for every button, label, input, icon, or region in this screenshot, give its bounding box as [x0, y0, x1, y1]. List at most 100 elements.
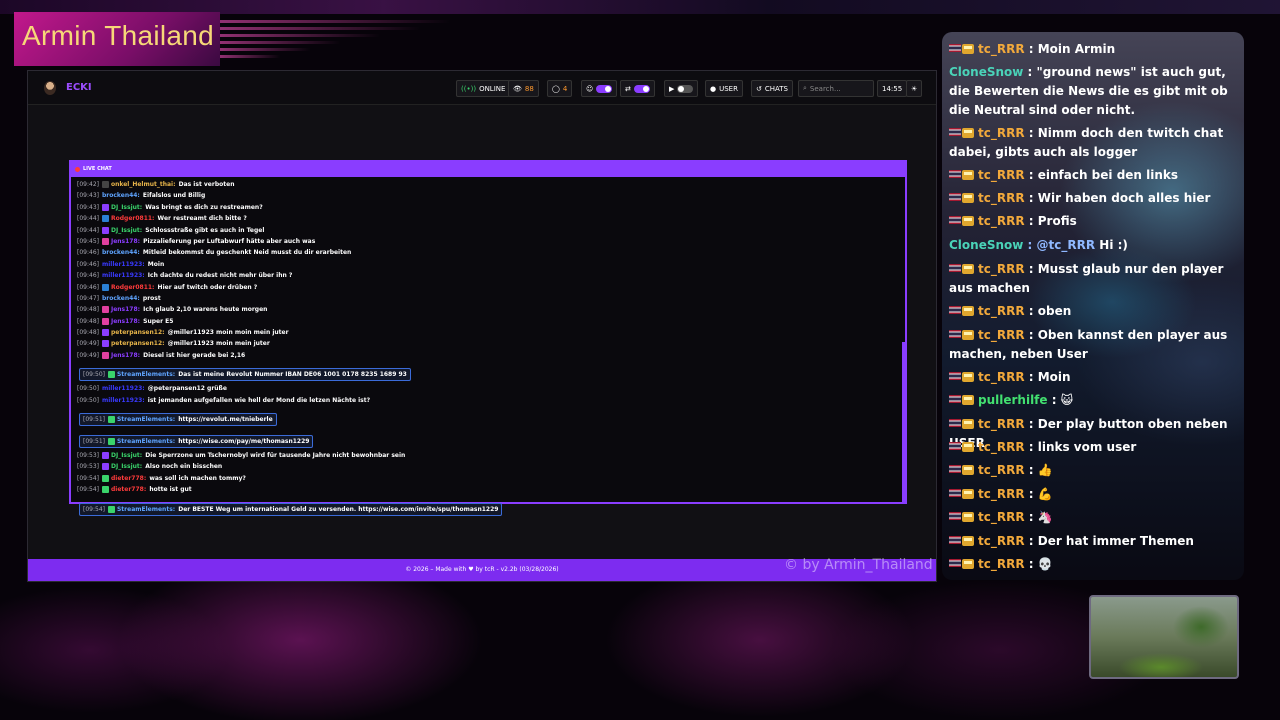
crown-badge-icon [962, 489, 974, 499]
crown-badge-icon [962, 419, 974, 429]
message-username[interactable]: brocken44: [102, 192, 140, 199]
overlay-username: tc_RRR [978, 440, 1025, 454]
message-username[interactable]: Jens178: [111, 238, 140, 245]
message-username[interactable]: DJ_Issjut: [111, 227, 142, 234]
crown-badge-icon [962, 442, 974, 452]
crown-badge-icon [962, 536, 974, 546]
overlay-message-text: : [1024, 463, 1034, 477]
overlay-username: tc_RRR [978, 304, 1025, 318]
thai-flag-icon [949, 419, 961, 427]
crown-badge-icon [962, 216, 974, 226]
overlay-mention: : @tc_RRR [1023, 238, 1100, 252]
message-username[interactable]: onkel_Helmut_thai: [111, 181, 176, 188]
thai-flag-icon [949, 395, 961, 403]
user-button[interactable]: ● USER [705, 80, 743, 97]
robot-icon: ☺ [586, 84, 594, 93]
message-text: was soll ich machen tommy? [147, 474, 246, 482]
message-timestamp: [09:54] [77, 474, 99, 482]
overlay-message-text: Hi :) [1099, 238, 1128, 252]
search-input[interactable]: ⌕ Search... [798, 80, 874, 97]
emote-icon: 😺 [1060, 393, 1074, 407]
online-status[interactable]: ((•)) ONLINE [456, 80, 511, 97]
arrows-toggle[interactable]: ⇄ [620, 80, 655, 97]
thai-flag-icon [949, 442, 961, 450]
player-toggle[interactable]: ▶ [664, 80, 699, 97]
thai-flag-icon [949, 216, 961, 224]
message-username[interactable]: DJ_Issjut: [111, 452, 142, 459]
user-badge-icon [101, 283, 109, 291]
avatar[interactable] [44, 81, 56, 95]
message-timestamp: [09:46] [77, 260, 99, 268]
arrows-icon: ⇄ [625, 84, 631, 93]
message-username[interactable]: StreamElements: [117, 506, 175, 513]
chat-count[interactable]: ◯ 4 [547, 80, 573, 97]
player-toggle-switch[interactable] [677, 84, 694, 93]
message-username[interactable]: Rodger0811: [111, 215, 154, 222]
overlay-chat-message: CloneSnow : @tc_RRR Hi :) [949, 236, 1241, 255]
chat-message: [09:46] Rodger0811: Hier auf twitch oder … [77, 282, 899, 293]
user-badge-icon [101, 463, 109, 471]
overlay-username: CloneSnow [949, 238, 1024, 252]
thai-flag-icon [949, 512, 961, 520]
crown-badge-icon [962, 512, 974, 522]
message-username[interactable]: StreamElements: [117, 438, 175, 445]
message-timestamp: [09:51] [83, 416, 105, 424]
message-username[interactable]: Jens178: [111, 352, 140, 359]
scrollbar[interactable] [902, 342, 905, 502]
message-username[interactable]: StreamElements: [117, 371, 175, 378]
message-username[interactable]: brocken44: [102, 295, 140, 302]
user-badge-icon [101, 203, 109, 211]
theme-button[interactable]: ☀ [906, 80, 923, 97]
message-text: Also noch ein bisschen [143, 463, 223, 471]
message-username[interactable]: peterpansen12: [111, 340, 165, 347]
thai-flag-icon [949, 170, 961, 178]
browser-window: ECKI ((•)) ONLINE 👁 88 ◯ 4 ☺ ⇄ ▶ ● USER … [27, 70, 937, 582]
chat-message: [09:46] brocken44: Mitleid bekommst du ge… [77, 247, 899, 258]
eye-icon: 👁 [513, 84, 522, 93]
message-username[interactable]: miller11923: [102, 397, 145, 404]
emote-icon: 🦄 [1037, 510, 1053, 524]
chats-button[interactable]: ↺ CHATS [751, 80, 793, 97]
viewer-count[interactable]: 👁 88 [508, 80, 539, 97]
live-chat-messages[interactable]: [09:42] onkel_Helmut_thai: Das ist verbot… [71, 177, 905, 518]
message-username[interactable]: dieter778: [111, 475, 146, 482]
message-username[interactable]: brocken44: [102, 249, 140, 256]
overlay-chat-message: tc_RRR : Profis [949, 212, 1241, 231]
overlay-chat-message: tc_RRR : links vom user [949, 438, 1241, 457]
bot-toggle[interactable]: ☺ [581, 80, 618, 97]
message-username[interactable]: Jens178: [111, 318, 140, 325]
overlay-message-text: : einfach bei den links [1024, 168, 1179, 182]
message-username[interactable]: DJ_Issjut: [111, 204, 142, 211]
chat-message: [09:44] Rodger0811: Wer restreamt dich bi… [77, 213, 899, 224]
brand-name[interactable]: ECKI [66, 82, 92, 93]
message-username[interactable]: peterpansen12: [111, 329, 165, 336]
chat-message: [09:50] miller11923: ist jemanden aufgefa… [77, 395, 899, 406]
overlay-chat-message: tc_RRR : Moin Armin [949, 40, 1241, 59]
message-username[interactable]: Jens178: [111, 306, 140, 313]
overlay-chat-message: tc_RRR : 💪 [949, 485, 1241, 504]
title-decor-lines [220, 20, 470, 66]
crown-badge-icon [962, 264, 974, 274]
chat-message: [09:45] Jens178: Pizzalieferung per Lufta… [77, 236, 899, 247]
message-username[interactable]: miller11923: [102, 272, 145, 279]
arrows-toggle-switch[interactable] [633, 84, 650, 93]
message-username[interactable]: Rodger0811: [111, 284, 154, 291]
crown-badge-icon [962, 193, 974, 203]
chat-message: [09:53] DJ_Issjut: Die Sperrzone um Tsche… [77, 450, 899, 461]
message-timestamp: [09:53] [77, 463, 99, 471]
bot-toggle-switch[interactable] [596, 84, 613, 93]
message-timestamp: [09:48] [77, 329, 99, 337]
overlay-username: tc_RRR [978, 214, 1025, 228]
overlay-username: tc_RRR [978, 370, 1025, 384]
message-username[interactable]: DJ_Issjut: [111, 463, 142, 470]
overlay-message-text: : Moin Armin [1024, 42, 1116, 56]
message-username[interactable]: miller11923: [102, 385, 145, 392]
message-timestamp: [09:46] [77, 249, 99, 257]
thai-flag-icon [949, 128, 961, 136]
highlighted-message: [09:50] StreamElements: Das ist meine Rev… [79, 368, 411, 382]
message-username[interactable]: StreamElements: [117, 416, 175, 423]
overlay-chat-message: tc_RRR : Oben kannst den player aus mach… [949, 326, 1241, 364]
overlay-chat-message: tc_RRR : Wir haben doch alles hier [949, 189, 1241, 208]
message-username[interactable]: dieter778: [111, 486, 146, 493]
message-username[interactable]: miller11923: [102, 261, 145, 268]
